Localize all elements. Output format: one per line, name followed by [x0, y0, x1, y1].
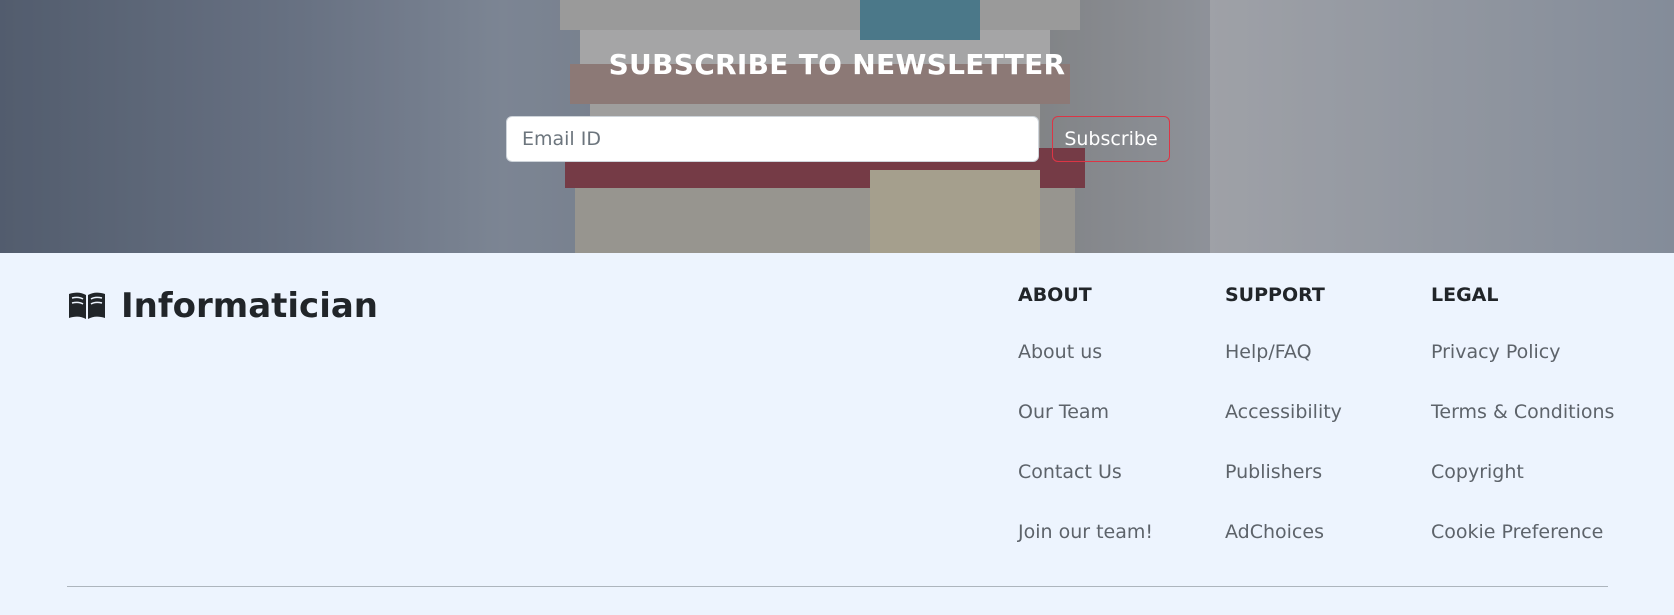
footer-link-about-us[interactable]: About us	[1018, 339, 1102, 365]
footer-heading-about: ABOUT	[1018, 284, 1092, 306]
open-book-icon	[67, 290, 107, 322]
footer-link-adchoices[interactable]: AdChoices	[1225, 519, 1324, 545]
footer-link-contact-us[interactable]: Contact Us	[1018, 459, 1122, 485]
footer-link-copyright[interactable]: Copyright	[1431, 459, 1524, 485]
footer-link-cookie-preference[interactable]: Cookie Preference	[1431, 519, 1603, 545]
footer-link-publishers[interactable]: Publishers	[1225, 459, 1322, 485]
email-input[interactable]	[506, 116, 1039, 162]
footer-column-support: SUPPORT Help/FAQ Accessibility Publisher…	[1225, 282, 1342, 543]
brand-name: Informatician	[121, 286, 379, 326]
footer-heading-legal: LEGAL	[1431, 284, 1499, 306]
footer-link-privacy-policy[interactable]: Privacy Policy	[1431, 339, 1560, 365]
footer-link-join-team[interactable]: Join our team!	[1018, 519, 1153, 545]
footer-divider	[67, 586, 1608, 587]
footer-link-our-team[interactable]: Our Team	[1018, 399, 1109, 425]
brand-logo[interactable]: Informatician	[67, 284, 378, 328]
footer-column-about: ABOUT About us Our Team Contact Us Join …	[1018, 282, 1153, 543]
footer-link-help-faq[interactable]: Help/FAQ	[1225, 339, 1312, 365]
footer-heading-support: SUPPORT	[1225, 284, 1325, 306]
newsletter-banner: SUBSCRIBE TO NEWSLETTER Subscribe	[0, 0, 1674, 253]
footer-link-accessibility[interactable]: Accessibility	[1225, 399, 1342, 425]
footer-link-terms-conditions[interactable]: Terms & Conditions	[1431, 399, 1614, 425]
newsletter-title: SUBSCRIBE TO NEWSLETTER	[608, 48, 1066, 81]
subscribe-button[interactable]: Subscribe	[1052, 116, 1170, 162]
footer-column-legal: LEGAL Privacy Policy Terms & Conditions …	[1431, 282, 1614, 543]
